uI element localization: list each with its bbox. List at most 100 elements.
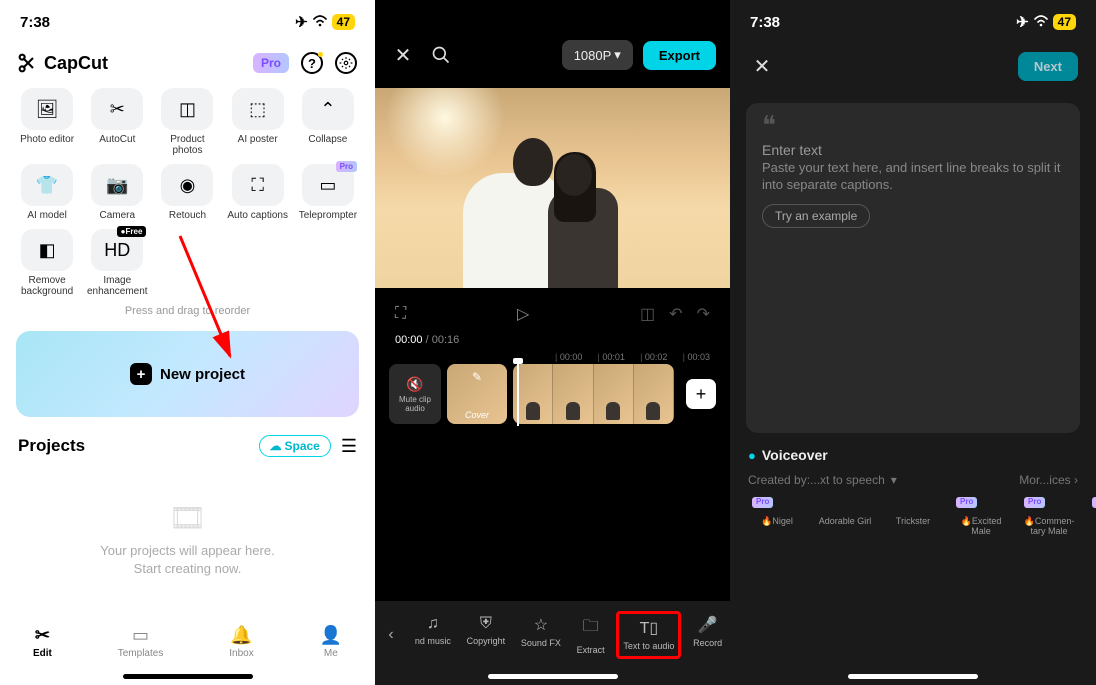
add-clip-button[interactable]: +: [686, 379, 716, 409]
voice-adorable-girl[interactable]: Adorable Girl: [814, 499, 876, 537]
status-right: ✈ 47: [295, 13, 355, 31]
nav-back-button[interactable]: ‹: [375, 626, 407, 644]
tool-teleprompter[interactable]: Pro ▭ Teleprompter: [295, 164, 361, 221]
settings-icon[interactable]: [335, 52, 357, 74]
tool-collapse[interactable]: ⌃ Collapse: [295, 88, 361, 156]
chevron-right-icon: ›: [1074, 473, 1078, 487]
expand-icon[interactable]: ⛶: [395, 305, 406, 323]
new-project-button[interactable]: + New project: [16, 331, 359, 417]
pro-badge[interactable]: Pro: [253, 53, 289, 73]
extract-icon: 🗀: [583, 615, 599, 642]
export-button[interactable]: Export: [643, 41, 716, 70]
tool-retouch[interactable]: ◉ Retouch: [154, 164, 220, 221]
clip-strip[interactable]: [513, 364, 674, 424]
record-icon: 🎤: [698, 615, 718, 635]
tool-icon: ◧: [21, 229, 73, 271]
text-to-audio-icon: T▯: [640, 618, 659, 638]
tool-icon: 🖼: [21, 88, 73, 130]
tool-label: AI model: [27, 210, 66, 221]
playhead[interactable]: [517, 362, 519, 426]
try-example-button[interactable]: Try an example: [762, 204, 870, 228]
tool-label: Remove background: [14, 275, 80, 297]
tool-ai-poster[interactable]: ⬚ AI poster: [225, 88, 291, 156]
app-logo: CapCut: [18, 53, 108, 74]
close-icon[interactable]: ✕: [748, 53, 776, 81]
tool-auto-captions[interactable]: ⛶ Auto captions: [225, 164, 291, 221]
more-voices-link[interactable]: Mor...ices ›: [1019, 473, 1078, 487]
cover-button[interactable]: Cover: [447, 364, 507, 424]
voiceover-header: ● Voiceover: [730, 441, 1096, 469]
nav-me[interactable]: 👤 Me: [320, 625, 342, 659]
voice-n-[interactable]: Pro N...: [1086, 499, 1096, 537]
tool-label: Camera: [100, 210, 136, 221]
close-icon[interactable]: ✕: [389, 41, 417, 69]
tool-label: Teleprompter: [299, 210, 357, 221]
voice-commen-tary-male[interactable]: Pro 🔥Commen-tary Male: [1018, 499, 1080, 537]
nav-sound-fx[interactable]: ☆ Sound FX: [517, 611, 565, 659]
nav-inbox[interactable]: 🔔 Inbox: [229, 625, 253, 659]
resolution-button[interactable]: 1080P ▾: [562, 40, 633, 70]
tool-label: Retouch: [169, 210, 206, 221]
mute-clip-button[interactable]: 🔇 Mute clip audio: [389, 364, 441, 424]
created-by-row[interactable]: Created by:...xt to speech ▾ Mor...ices …: [730, 469, 1096, 495]
nav-copyright[interactable]: ⛨ Copyright: [463, 611, 510, 659]
space-button[interactable]: ☁ Space: [259, 435, 331, 457]
tool-ai-model[interactable]: 👕 AI model: [14, 164, 80, 221]
status-bar: 7:38 ✈ 47: [0, 0, 375, 44]
status-right: ✈ 47: [1016, 13, 1076, 31]
plus-icon: +: [130, 363, 152, 385]
timeline-ruler: 00:0000:0100:0200:03: [375, 348, 730, 364]
timecode: 00:00 / 00:16: [375, 332, 730, 348]
status-time: 7:38: [750, 14, 780, 31]
chevron-down-icon: ▾: [891, 473, 897, 487]
voice-excited-male[interactable]: Pro 🔥Excited Male: [950, 499, 1012, 537]
voice-nigel[interactable]: Pro 🔥Nigel: [746, 499, 808, 537]
nav-nd-music[interactable]: ♫ nd music: [411, 611, 455, 659]
overlap-icon[interactable]: ◫: [640, 304, 655, 324]
undo-icon[interactable]: ↶: [669, 304, 682, 324]
nav-templates[interactable]: ▭ Templates: [118, 625, 164, 659]
editor-top-bar: ✕ 1080P ▾ Export: [375, 0, 730, 88]
me-icon: 👤: [320, 625, 342, 646]
tool-autocut[interactable]: ✂ AutoCut: [84, 88, 150, 156]
search-icon[interactable]: [427, 41, 455, 69]
video-preview[interactable]: [375, 88, 730, 288]
tool-product-photos[interactable]: ◫ Product photos: [154, 88, 220, 156]
text-input-card[interactable]: ❝ Enter text Paste your text here, and i…: [746, 103, 1080, 433]
nav-text-to-audio[interactable]: T▯ Text to audio: [616, 611, 681, 659]
nav-extract[interactable]: 🗀 Extract: [573, 611, 609, 659]
home-indicator: [488, 674, 618, 679]
next-button[interactable]: Next: [1018, 52, 1078, 81]
play-icon[interactable]: ▷: [517, 304, 529, 324]
tool-icon: ✂: [91, 88, 143, 130]
home-indicator: [848, 674, 978, 679]
cloud-icon: ☁: [270, 439, 282, 453]
redo-icon[interactable]: ↷: [697, 304, 710, 324]
tool-label: Image enhancement: [84, 275, 150, 297]
projects-title: Projects: [18, 436, 85, 456]
scissors-icon: [18, 53, 38, 73]
help-icon[interactable]: ?: [301, 52, 323, 74]
nav-record[interactable]: 🎤 Record: [689, 611, 726, 659]
status-time: 7:38: [20, 14, 50, 31]
tool-label: Auto captions: [227, 210, 288, 221]
sort-icon[interactable]: ☰: [341, 436, 357, 457]
player-controls: ⛶ ▷ ◫ ↶ ↷: [375, 288, 730, 332]
projects-header: Projects ☁ Space ☰: [0, 431, 375, 461]
timeline[interactable]: 🔇 Mute clip audio Cover +: [375, 364, 730, 424]
app-header: CapCut Pro ?: [0, 44, 375, 88]
tool-icon: ⬚: [232, 88, 284, 130]
tool-icon: 📷: [91, 164, 143, 206]
enter-text-title: Enter text: [762, 142, 1064, 158]
voice-trickster[interactable]: Trickster: [882, 499, 944, 537]
mute-icon: 🔇: [406, 376, 423, 393]
editor-bottom-nav: ‹ ♫ nd music ⛨ Copyright ☆ Sound FX 🗀 Ex…: [375, 601, 730, 685]
nav-edit[interactable]: ✂ Edit: [33, 625, 52, 659]
tool-label: Product photos: [154, 134, 220, 156]
wifi-icon: [312, 14, 328, 31]
tool-image-enhancement[interactable]: ●Free HD Image enhancement: [84, 229, 150, 297]
tool-photo-editor[interactable]: 🖼 Photo editor: [14, 88, 80, 156]
tool-remove-background[interactable]: ◧ Remove background: [14, 229, 80, 297]
tool-camera[interactable]: 📷 Camera: [84, 164, 150, 221]
nd-music-icon: ♫: [427, 615, 439, 633]
